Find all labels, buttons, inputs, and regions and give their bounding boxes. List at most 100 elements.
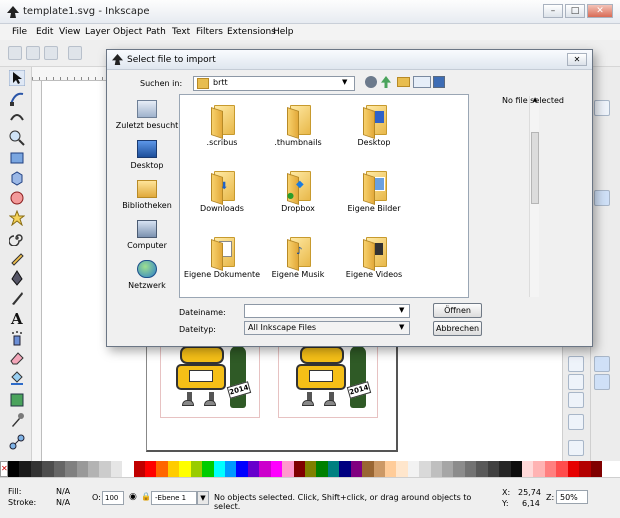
color-swatch[interactable] [19, 461, 31, 477]
layer-dropdown-arrow-icon[interactable]: ▼ [197, 491, 209, 505]
menu-filters[interactable]: Filters [196, 27, 223, 37]
menu-path[interactable]: Path [146, 27, 166, 37]
color-swatch[interactable] [99, 461, 111, 477]
filename-input[interactable]: ▼ [244, 304, 410, 318]
color-swatch[interactable] [464, 461, 477, 477]
opacity-spinbox[interactable]: 100 [102, 491, 124, 505]
color-swatch[interactable] [430, 461, 443, 477]
color-swatch[interactable] [293, 461, 305, 477]
color-swatch[interactable] [533, 461, 545, 477]
color-swatch[interactable] [407, 461, 420, 477]
menu-text[interactable]: Text [172, 27, 190, 37]
new-document-icon[interactable] [8, 46, 22, 60]
menu-object[interactable]: Object [113, 27, 142, 37]
print-document-icon[interactable] [68, 46, 82, 60]
color-swatch[interactable] [499, 461, 511, 477]
color-swatch[interactable] [167, 461, 180, 477]
color-swatch[interactable] [362, 461, 374, 477]
color-swatch[interactable] [556, 461, 568, 477]
stroke-value[interactable]: N/A [56, 498, 70, 507]
menu-file[interactable]: File [12, 27, 27, 37]
spray-tool-icon[interactable] [9, 330, 25, 346]
color-swatch[interactable] [579, 461, 591, 477]
pencil-tool-icon[interactable] [9, 250, 25, 266]
3d-box-tool-icon[interactable] [9, 170, 25, 186]
color-swatch[interactable] [236, 461, 248, 477]
color-swatch[interactable] [304, 461, 317, 477]
file-item[interactable]: Desktop [335, 105, 413, 147]
snap-guide-icon[interactable] [594, 374, 610, 390]
zoom-field[interactable]: 50% [556, 490, 588, 504]
file-list-scrollbar[interactable]: ▲ [529, 96, 539, 297]
clone-icon[interactable] [568, 392, 584, 408]
color-swatch[interactable] [590, 461, 602, 477]
file-list[interactable]: ▲ .scribus .thumbnails Desktop ⬇ Downloa… [179, 94, 539, 298]
look-in-combobox[interactable]: brtt ▼ [193, 76, 355, 91]
filetype-select[interactable]: All Inkscape Files ▼ [244, 321, 410, 335]
color-swatch[interactable] [442, 461, 454, 477]
menu-view[interactable]: View [59, 27, 80, 37]
color-swatch[interactable] [419, 461, 431, 477]
color-swatch[interactable] [30, 461, 43, 477]
color-swatch[interactable] [476, 461, 488, 477]
color-swatch[interactable] [42, 461, 54, 477]
color-swatch[interactable] [567, 461, 580, 477]
color-swatch[interactable] [350, 461, 363, 477]
file-item[interactable]: ⬇ Downloads [183, 171, 261, 213]
file-item[interactable]: Eigene Videos [335, 237, 413, 279]
color-swatch[interactable] [156, 461, 168, 477]
pen-tool-icon[interactable] [9, 270, 25, 286]
color-swatch[interactable] [544, 461, 557, 477]
color-swatch[interactable] [213, 461, 226, 477]
color-swatch[interactable] [487, 461, 500, 477]
file-item[interactable]: ♪ Eigene Musik [259, 237, 337, 279]
color-swatch[interactable] [202, 461, 214, 477]
color-swatch[interactable] [8, 461, 20, 477]
ellipse-tool-icon[interactable] [9, 190, 25, 206]
gradient-tool-icon[interactable] [9, 392, 25, 408]
file-item[interactable]: Eigene Bilder [335, 171, 413, 213]
menu-extensions[interactable]: Extensions [227, 27, 276, 37]
color-swatch[interactable] [133, 461, 146, 477]
bucket-tool-icon[interactable] [9, 370, 25, 386]
cancel-button[interactable]: Abbrechen [433, 321, 482, 336]
rectangle-tool-icon[interactable] [9, 150, 25, 166]
visibility-eye-icon[interactable]: ◉ [129, 492, 137, 502]
spiral-tool-icon[interactable] [9, 230, 25, 246]
color-swatch[interactable] [190, 461, 203, 477]
up-folder-icon[interactable] [381, 76, 391, 88]
fill-value[interactable]: N/A [56, 487, 70, 496]
star-tool-icon[interactable] [9, 210, 25, 226]
minimize-button[interactable]: – [543, 4, 563, 18]
color-swatch[interactable] [65, 461, 77, 477]
scroll-thumb[interactable] [531, 132, 539, 204]
color-swatch[interactable] [521, 461, 534, 477]
dropper-tool-icon[interactable] [9, 412, 25, 428]
color-swatch[interactable] [225, 461, 237, 477]
file-item[interactable]: Eigene Dokumente [183, 237, 261, 279]
color-swatch[interactable] [453, 461, 465, 477]
color-swatch[interactable] [270, 461, 283, 477]
menu-layer[interactable]: Layer [85, 27, 110, 37]
new-folder-icon[interactable] [397, 77, 410, 87]
open-button[interactable]: Öffnen [433, 303, 482, 318]
snap-toggle-icon[interactable] [594, 100, 610, 116]
color-swatch[interactable] [384, 461, 397, 477]
color-swatch[interactable] [282, 461, 294, 477]
color-swatch[interactable] [179, 461, 191, 477]
color-swatch[interactable] [327, 461, 340, 477]
select-all-icon[interactable] [568, 356, 584, 372]
file-item[interactable]: ◆ ● Dropbox [259, 171, 337, 213]
align-icon[interactable] [568, 440, 584, 456]
color-swatch[interactable] [110, 461, 123, 477]
color-swatch[interactable] [316, 461, 328, 477]
calligraphy-tool-icon[interactable] [9, 290, 25, 306]
color-swatch[interactable] [339, 461, 351, 477]
file-item[interactable]: .scribus [183, 105, 261, 147]
selector-tool-icon[interactable] [9, 70, 25, 86]
color-swatch[interactable] [87, 461, 100, 477]
dialog-close-button[interactable]: ✕ [567, 53, 587, 66]
maximize-button[interactable]: □ [565, 4, 585, 18]
no-paint-swatch[interactable]: ✕ [0, 461, 8, 477]
preview-toggle-icon[interactable] [433, 76, 445, 88]
